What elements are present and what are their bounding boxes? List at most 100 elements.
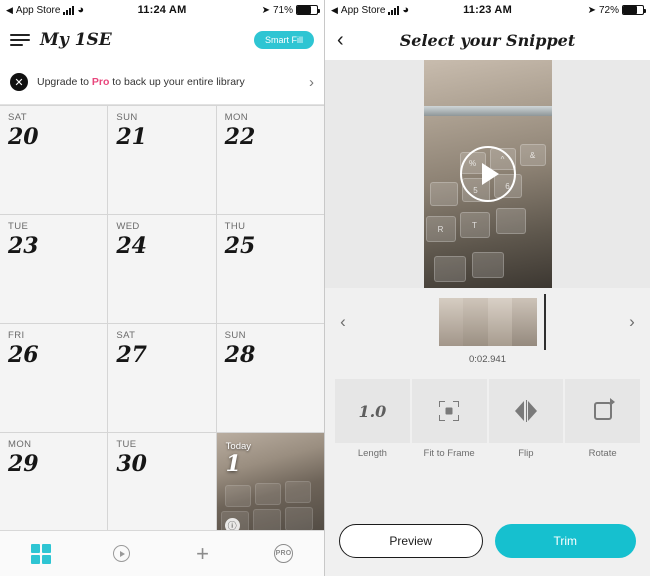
- trim-strip-row: ‹ ›: [325, 294, 650, 350]
- tab-pro[interactable]: PRO: [243, 544, 324, 563]
- upgrade-banner[interactable]: ✕ Upgrade to Pro to back up your entire …: [0, 60, 324, 105]
- status-clock: 11:24 AM: [137, 4, 187, 16]
- tool-flip[interactable]: Flip: [488, 379, 564, 459]
- status-clock: 11:23 AM: [463, 4, 512, 16]
- calendar-dow: MON: [224, 112, 249, 123]
- tool-length-button[interactable]: 1.0: [335, 379, 410, 443]
- tool-fit-to-frame-button[interactable]: [411, 379, 487, 443]
- calendar-cell[interactable]: TUE 23: [0, 215, 108, 323]
- smart-fill-button[interactable]: Smart Fill: [254, 31, 314, 49]
- status-carrier-label: App Store: [340, 4, 386, 16]
- calendar-grid: SAT 20 SUN 21 MON 22 TUE 23 WED 24 THU 2…: [0, 105, 324, 541]
- calendar-cell[interactable]: TUE 30: [108, 433, 216, 541]
- battery-icon: [622, 5, 647, 15]
- filmstrip-frame: [463, 298, 488, 346]
- speed-text-icon: 1.0: [358, 401, 387, 421]
- calendar-dow: FRI: [8, 330, 25, 341]
- calendar-dow: SUN: [116, 112, 138, 123]
- fit-to-frame-icon: [439, 401, 460, 421]
- calendar-cell[interactable]: MON 29: [0, 433, 108, 541]
- calendar-day: 27: [116, 342, 147, 368]
- signal-bars-icon: [63, 5, 75, 15]
- filmstrip-frame: [487, 298, 512, 346]
- filmstrip[interactable]: [438, 298, 537, 346]
- trim-button[interactable]: Trim: [494, 524, 636, 558]
- calendar-day: 20: [8, 124, 39, 150]
- pro-badge-icon: PRO: [274, 544, 293, 563]
- status-left-group: ◀ App Store ◕: [6, 3, 138, 16]
- calendar-day: 25: [224, 233, 256, 259]
- calendar-cell[interactable]: SAT 20: [0, 106, 108, 214]
- calendar-cell[interactable]: FRI 26: [0, 324, 108, 432]
- tool-rotate-button[interactable]: [565, 379, 640, 443]
- calendar-cell[interactable]: THU 25: [216, 215, 324, 323]
- calendar-day: 30: [116, 451, 147, 477]
- preview-button[interactable]: Preview: [339, 524, 483, 558]
- calendar-today-day: 1: [225, 451, 241, 477]
- calendar-day: 22: [224, 124, 256, 150]
- left-nav-bar: My 1SE Smart Fill: [0, 20, 324, 60]
- calendar-cell[interactable]: SUN 28: [216, 324, 324, 432]
- status-back-arrow-icon: ◀: [331, 4, 338, 15]
- wifi-icon: ◕: [402, 3, 410, 16]
- video-frame: % ^ & 5 6 R T: [423, 60, 552, 288]
- upgrade-banner-text: Upgrade to Pro to back up your entire li…: [37, 75, 300, 89]
- tool-flip-label: Flip: [518, 448, 534, 459]
- tool-rotate[interactable]: Rotate: [565, 379, 640, 459]
- calendar-cell[interactable]: SUN 21: [108, 106, 216, 214]
- tab-grid[interactable]: [0, 543, 81, 564]
- calendar-cell[interactable]: MON 22: [216, 106, 324, 214]
- calendar-day: 21: [116, 124, 147, 150]
- chevron-left-icon[interactable]: ‹: [335, 312, 351, 332]
- calendar-cell-today[interactable]: Today 1 ⓘ: [216, 433, 324, 541]
- rotate-icon: [593, 398, 615, 420]
- calendar-dow: SAT: [116, 330, 136, 341]
- tab-play[interactable]: [81, 545, 162, 562]
- chevron-right-icon[interactable]: ›: [624, 312, 640, 332]
- action-buttons: Preview Trim: [325, 524, 650, 558]
- banner-text-before: Upgrade to: [37, 75, 92, 88]
- calendar-dow: SAT: [8, 112, 27, 123]
- battery-icon: [296, 5, 321, 15]
- tool-length[interactable]: 1.0 Length: [335, 379, 410, 459]
- tool-length-label: Length: [357, 448, 387, 459]
- play-icon[interactable]: [459, 146, 516, 202]
- calendar-dow: TUE: [8, 221, 29, 232]
- status-bar-right: ◀ App Store ◕ 11:23 AM ➤ 72%: [325, 0, 650, 20]
- video-preview-area[interactable]: % ^ & 5 6 R T: [325, 60, 650, 288]
- page-title: My 1SE: [40, 30, 112, 50]
- playhead-handle[interactable]: [543, 294, 546, 350]
- wifi-icon: ◕: [77, 3, 85, 16]
- tool-buttons-row: 1.0 Length Fit to Frame Flip Rotate: [325, 379, 650, 459]
- calendar-dow: SUN: [224, 330, 246, 341]
- tab-add[interactable]: +: [162, 540, 243, 566]
- tool-fit-to-frame[interactable]: Fit to Frame: [411, 379, 487, 459]
- close-icon[interactable]: ✕: [10, 73, 28, 91]
- signal-bars-icon: [388, 5, 400, 15]
- calendar-cell[interactable]: SAT 27: [108, 324, 216, 432]
- flip-icon: [514, 400, 537, 422]
- battery-percent-label: 72%: [599, 4, 620, 16]
- plus-icon: +: [196, 540, 209, 566]
- right-nav-bar: ‹ Select your Snippet: [325, 20, 650, 60]
- filmstrip-holder: [438, 294, 546, 350]
- calendar-day: 23: [8, 233, 39, 259]
- banner-text-after: to back up your entire library: [109, 75, 245, 88]
- tool-rotate-label: Rotate: [588, 448, 617, 459]
- play-circle-icon: [113, 545, 130, 562]
- page-title: Select your Snippet: [399, 30, 576, 50]
- filmstrip-frame: [438, 298, 463, 346]
- dual-screenshot: ◀ App Store ◕ 11:24 AM ➤ 71% My 1SE Smar…: [0, 0, 650, 576]
- filmstrip-wrapper: [359, 294, 616, 350]
- calendar-day: 28: [224, 342, 256, 368]
- calendar-dow: WED: [116, 221, 140, 232]
- calendar-cell[interactable]: WED 24: [108, 215, 216, 323]
- bottom-tab-bar: + PRO: [0, 530, 324, 576]
- back-chevron-icon[interactable]: ‹: [337, 30, 344, 50]
- battery-percent-label: 71%: [273, 4, 294, 16]
- tool-fit-to-frame-label: Fit to Frame: [423, 448, 475, 459]
- tool-flip-button[interactable]: [488, 379, 564, 443]
- chevron-right-icon[interactable]: ›: [309, 74, 314, 91]
- hamburger-icon[interactable]: [10, 34, 30, 46]
- status-left-group: ◀ App Store ◕: [331, 3, 463, 16]
